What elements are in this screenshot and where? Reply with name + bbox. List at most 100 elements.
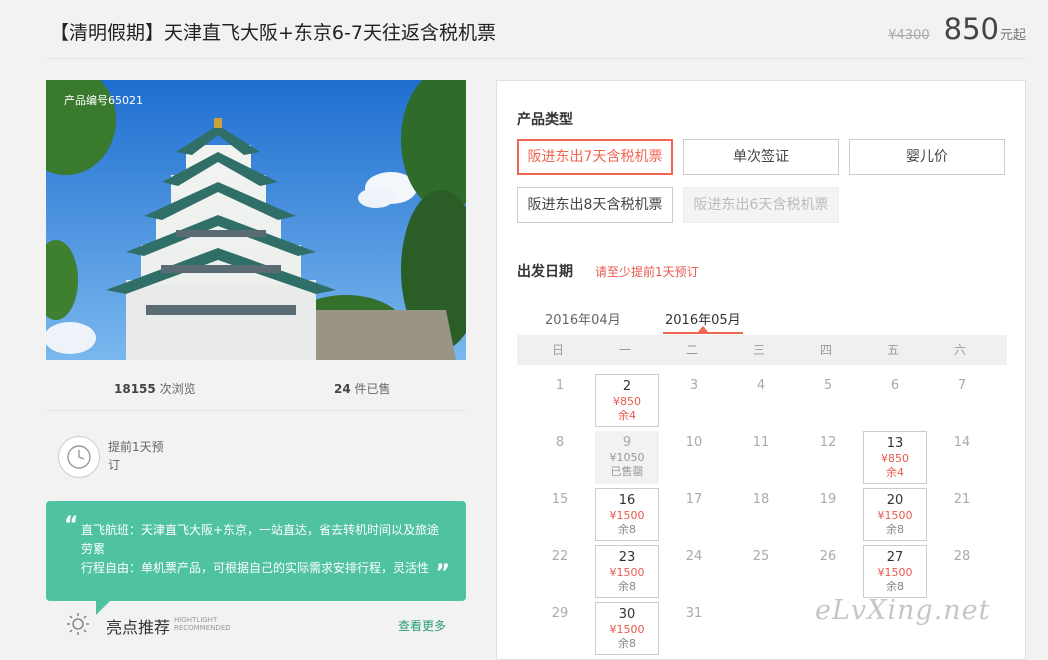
day-price: ¥1050 [609, 451, 645, 464]
day-number: 13 [886, 436, 904, 451]
calendar-day[interactable]: 30 ¥1500 余8 [595, 602, 659, 655]
day-stock: 余4 [618, 409, 636, 422]
calendar-day: 19 [796, 488, 860, 541]
day-stock: 余8 [618, 523, 636, 536]
calendar-day[interactable]: 16 ¥1500 余8 [595, 488, 659, 541]
day-price: ¥1500 [609, 566, 645, 579]
sold-stat: 24 件已售 [334, 380, 391, 397]
calendar-day[interactable]: 20 ¥1500 余8 [863, 488, 927, 541]
calendar-day: 3 [662, 374, 726, 427]
clock-icon [58, 436, 100, 478]
day-number: 18 [752, 492, 770, 507]
day-number: 16 [618, 493, 636, 508]
day-number: 17 [685, 492, 703, 507]
calendar-day[interactable]: 2 ¥850 余4 [595, 374, 659, 427]
day-number: 24 [685, 549, 703, 564]
day-stock: 余8 [886, 523, 904, 536]
day-number: 27 [886, 550, 904, 565]
calendar-day: 14 [930, 431, 994, 484]
day-stock: 余8 [618, 580, 636, 593]
day-number: 3 [689, 378, 699, 393]
original-price: ¥4300 [888, 28, 930, 43]
current-price: 850 [943, 12, 999, 46]
weekday-label: 二 [685, 343, 698, 357]
day-number: 11 [752, 435, 770, 450]
calendar-day: 29 [528, 602, 592, 655]
product-type-option[interactable]: 阪进东出8天含税机票 [517, 187, 673, 223]
day-number: 25 [752, 549, 770, 564]
day-number: 10 [685, 435, 703, 450]
product-type-label: 产品类型 [517, 112, 573, 128]
views-count: 18155 [114, 382, 156, 396]
calendar-day: 28 [930, 545, 994, 598]
day-number: 28 [953, 549, 971, 564]
day-number: 30 [618, 607, 636, 622]
highlights-sub-1: HIGHTLIGHT [174, 616, 218, 624]
highlights-title: 亮点推荐 [106, 618, 171, 637]
calendar-day: 18 [729, 488, 793, 541]
day-price: ¥850 [881, 452, 909, 465]
calendar-day: 8 [528, 431, 592, 484]
day-number: 5 [823, 378, 833, 393]
close-quote-icon: ” [435, 561, 450, 586]
weekday-label: 五 [886, 343, 899, 357]
sold-count: 24 [334, 382, 351, 396]
price-unit: 元起 [999, 28, 1026, 43]
highlight-line-2: 行程自由：单机票产品，可根据自己的实际需求安排行程，灵活性 [81, 561, 430, 575]
price-block: ¥4300 850 元起 [888, 12, 1026, 46]
highlight-box: “ 直飞航班：天津直飞大阪+东京，一站直达，省去转机时间以及旅途劳累 行程自由：… [46, 501, 466, 615]
day-number: 21 [953, 492, 971, 507]
day-stock: 已售罄 [610, 465, 644, 478]
product-type-option[interactable]: 单次签证 [683, 139, 839, 175]
calendar-day: 10 [662, 431, 726, 484]
day-number: 8 [555, 435, 565, 450]
calendar-day: 7 [930, 374, 994, 427]
day-number: 1 [555, 378, 565, 393]
sold-label: 件已售 [354, 382, 391, 396]
day-number: 12 [819, 435, 837, 450]
calendar-day: 31 [662, 602, 726, 655]
product-type-option[interactable]: 婴儿价 [849, 139, 1005, 175]
views-label: 次浏览 [159, 382, 196, 396]
views-stat: 18155 次浏览 [114, 380, 196, 397]
calendar-day: 17 [662, 488, 726, 541]
day-number: 19 [819, 492, 837, 507]
day-stock: 余8 [886, 580, 904, 593]
day-price: ¥1500 [877, 566, 913, 579]
calendar-day: 1 [528, 374, 592, 427]
day-number: 2 [622, 379, 632, 394]
highlight-text: 直飞航班：天津直飞大阪+东京，一站直达，省去转机时间以及旅途劳累 行程自由：单机… [81, 521, 441, 578]
calendar-day: 4 [729, 374, 793, 427]
calendar-day: 21 [930, 488, 994, 541]
day-number: 6 [890, 378, 900, 393]
sun-icon [66, 612, 90, 636]
weekday-header: 日一二三四五六 [517, 335, 1007, 365]
highlights-subtitle: HIGHTLIGHT RECOMMENDED [174, 616, 231, 632]
calendar-day[interactable]: 27 ¥1500 余8 [863, 545, 927, 598]
view-more-link[interactable]: 查看更多 [398, 617, 446, 634]
calendar-day[interactable]: 13 ¥850 余4 [863, 431, 927, 484]
day-number: 9 [622, 435, 632, 450]
calendar-day[interactable]: 23 ¥1500 余8 [595, 545, 659, 598]
day-stock: 余4 [886, 466, 904, 479]
day-number: 20 [886, 493, 904, 508]
product-code: 产品编号65021 [64, 94, 143, 107]
speech-pointer [96, 601, 110, 615]
day-price: ¥1500 [609, 509, 645, 522]
day-number: 22 [551, 549, 569, 564]
watermark: eLvXing.net [815, 595, 991, 626]
day-stock: 余8 [618, 637, 636, 650]
active-tab-underline [663, 332, 743, 334]
product-photo[interactable]: 产品编号65021 [46, 80, 466, 360]
header-divider [46, 58, 1026, 59]
day-number: 29 [551, 606, 569, 621]
day-number: 14 [953, 435, 971, 450]
calendar-day: 11 [729, 431, 793, 484]
calendar-day: 12 [796, 431, 860, 484]
calendar-day: 25 [729, 545, 793, 598]
weekday-label: 六 [953, 343, 966, 357]
month-tab-april[interactable]: 2016年04月 [545, 309, 621, 328]
departure-date-label: 出发日期 [517, 264, 573, 280]
day-number: 4 [756, 378, 766, 393]
product-type-option[interactable]: 阪进东出7天含税机票 [517, 139, 673, 175]
